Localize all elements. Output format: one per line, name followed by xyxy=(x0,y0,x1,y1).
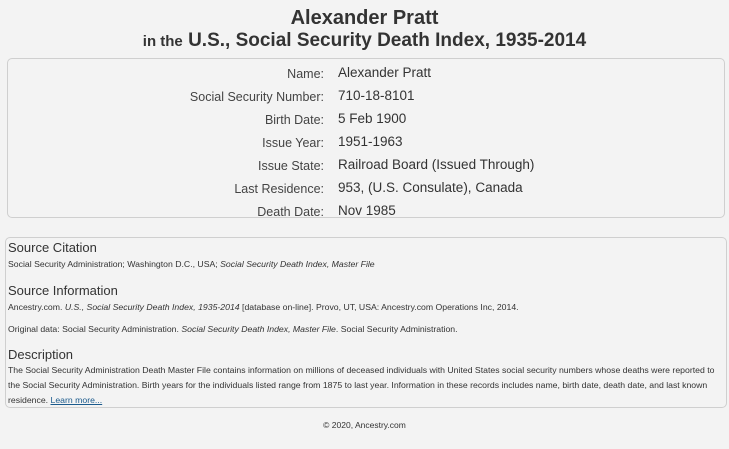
fact-row-last-residence: Last Residence: 953, (U.S. Consulate), C… xyxy=(8,180,724,202)
copyright-footer: © 2020, Ancestry.com xyxy=(323,420,406,430)
learn-more-link[interactable]: Learn more... xyxy=(51,395,103,405)
fact-label: Birth Date: xyxy=(264,113,324,127)
collection-title-prefix: in the xyxy=(142,33,183,50)
fact-value: 710-18-8101 xyxy=(338,88,415,103)
fact-row-ssn: Social Security Number: 710-18-8101 xyxy=(8,88,724,110)
info-line2-italic: Social Security Death Index, Master File xyxy=(181,324,336,334)
fact-row-issue-year: Issue Year: 1951-1963 xyxy=(8,134,724,156)
fact-label: Name: xyxy=(287,67,324,81)
collection-title-text: U.S., Social Security Death Index, 1935-… xyxy=(188,30,587,51)
person-name-title: Alexander Pratt xyxy=(290,7,439,29)
fact-value: Alexander Pratt xyxy=(338,65,432,80)
source-information-line2: Original data: Social Security Administr… xyxy=(8,322,722,337)
source-citation-heading: Source Citation xyxy=(8,240,97,255)
source-information-line1: Ancestry.com. U.S., Social Security Deat… xyxy=(8,300,722,315)
fact-value: Nov 1985 xyxy=(338,203,396,218)
fact-row-birth-date: Birth Date: 5 Feb 1900 xyxy=(8,111,724,133)
description-body: The Social Security Administration Death… xyxy=(8,365,715,405)
fact-value: Railroad Board (Issued Through) xyxy=(338,157,535,172)
collection-title: in the U.S., Social Security Death Index… xyxy=(0,30,729,53)
fact-label: Social Security Number: xyxy=(189,90,324,104)
description-text: The Social Security Administration Death… xyxy=(8,363,722,408)
fact-row-issue-state: Issue State: Railroad Board (Issued Thro… xyxy=(8,157,724,179)
fact-label: Issue State: xyxy=(257,159,324,173)
fact-value: 5 Feb 1900 xyxy=(338,111,407,126)
info-line2-b: . Social Security Administration. xyxy=(335,324,458,334)
fact-label: Issue Year: xyxy=(262,136,324,150)
citation-plain: Social Security Administration; Washingt… xyxy=(8,259,221,269)
info-line1-b: [database on-line]. Provo, UT, USA: Ance… xyxy=(239,302,519,312)
description-heading: Description xyxy=(8,347,74,362)
source-information-heading: Source Information xyxy=(8,283,118,298)
fact-value: 953, (U.S. Consulate), Canada xyxy=(338,180,523,195)
info-line1-italic: U.S., Social Security Death Index, 1935-… xyxy=(64,302,240,312)
fact-label: Last Residence: xyxy=(234,182,324,196)
record-header: Alexander Pratt in the U.S., Social Secu… xyxy=(0,0,729,53)
fact-row-death-date: Death Date: Nov 1985 xyxy=(8,203,724,225)
fact-row-name: Name: Alexander Pratt xyxy=(8,65,724,87)
source-panel: Source Citation Social Security Administ… xyxy=(5,237,727,408)
info-line2-a: Original data: Social Security Administr… xyxy=(8,324,182,334)
record-facts-panel: Name: Alexander Pratt Social Security Nu… xyxy=(7,58,725,219)
citation-italic: Social Security Death Index, Master File xyxy=(220,259,375,269)
source-citation-text: Social Security Administration; Washingt… xyxy=(8,257,722,272)
info-line1-a: Ancestry.com. xyxy=(8,302,65,312)
fact-label: Death Date: xyxy=(257,205,324,219)
fact-value: 1951-1963 xyxy=(338,134,403,149)
